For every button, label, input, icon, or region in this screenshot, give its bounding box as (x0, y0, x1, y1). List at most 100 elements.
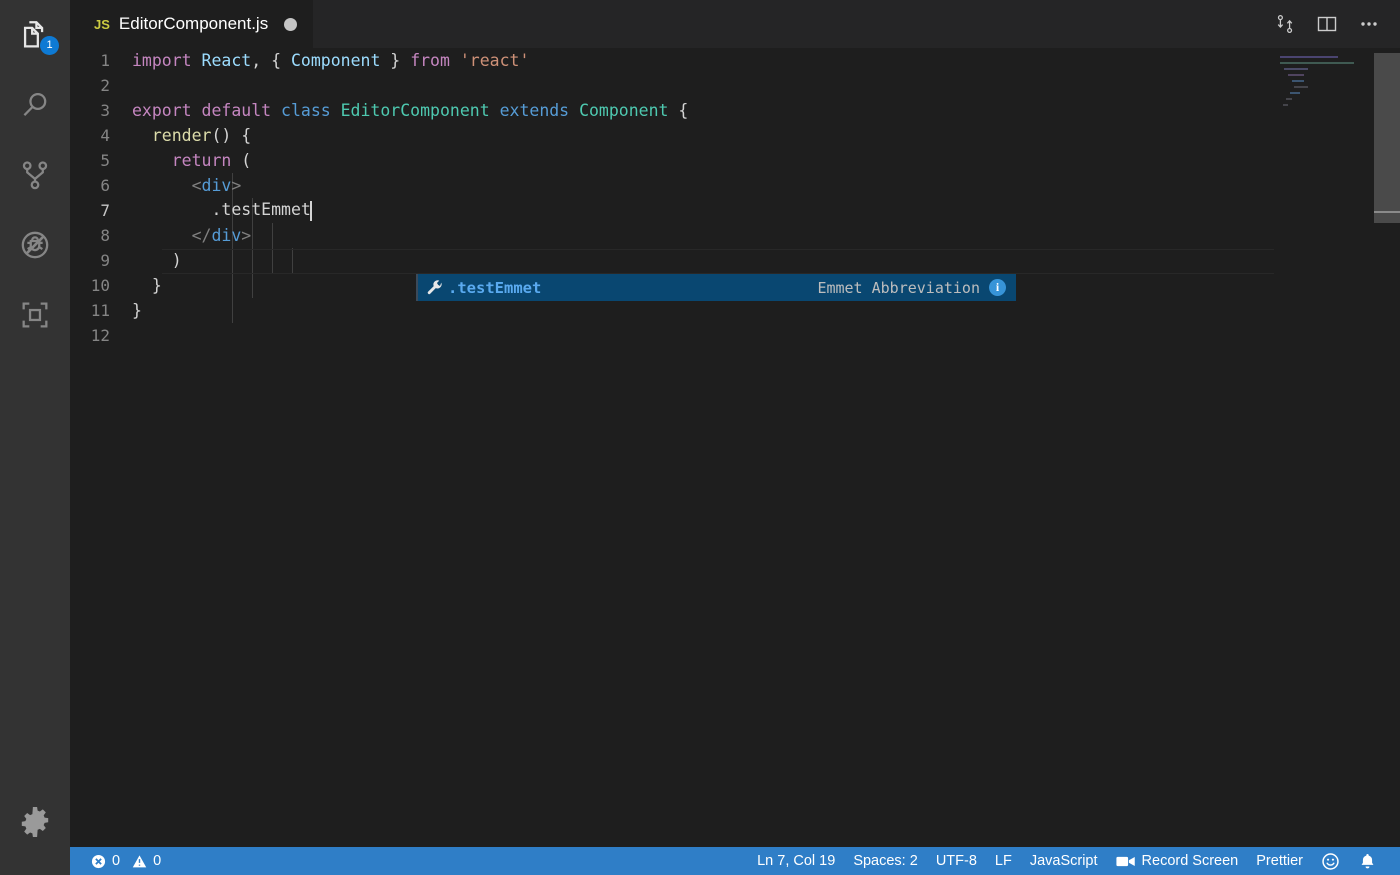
tab-filename: EditorComponent.js (118, 14, 269, 33)
dirty-indicator-icon[interactable] (284, 17, 298, 31)
gear-icon (21, 807, 49, 837)
more-actions-button[interactable] (1350, 5, 1388, 43)
code-token: div (211, 226, 242, 245)
status-record-screen[interactable]: Record Screen (1107, 847, 1248, 875)
code-line[interactable]: 11} (70, 298, 1400, 323)
line-number: 5 (100, 151, 110, 170)
code-token: ) (132, 251, 182, 270)
code-line[interactable]: 1 import React, { Component } from 'react… (70, 48, 1400, 73)
status-eol[interactable]: LF (986, 847, 1021, 875)
status-language-mode[interactable]: JavaScript (1021, 847, 1107, 875)
sidebar-item-run-and-debug[interactable] (0, 210, 70, 280)
status-prettier[interactable]: Prettier (1247, 847, 1312, 875)
suggest-info-icon[interactable]: i (989, 279, 1006, 296)
code-line[interactable]: 9 ) (70, 248, 1400, 273)
code-text[interactable]: export default class EditorComponent ext… (132, 101, 688, 120)
code-line[interactable]: 3 export default class EditorComponent ex… (70, 98, 1400, 123)
editor-scrollbar[interactable] (1370, 48, 1400, 847)
split-editor-button[interactable] (1308, 5, 1346, 43)
line-number: 11 (90, 301, 110, 320)
code-token: export default (132, 101, 282, 120)
code-text[interactable]: } (132, 276, 162, 295)
status-indentation[interactable]: Spaces: 2 (844, 847, 927, 875)
ellipsis-icon (1361, 22, 1377, 26)
sidebar-item-source-control[interactable] (0, 140, 70, 210)
camera-icon (1115, 854, 1136, 869)
line-number: 4 (100, 126, 110, 145)
status-bar-left: 0 0 (70, 847, 170, 875)
code-lines[interactable]: 1 import React, { Component } from 'react… (70, 48, 1400, 847)
smiley-icon (1321, 852, 1340, 871)
code-token: EditorComponent (340, 101, 500, 120)
activity-bar: 1 (0, 0, 70, 875)
code-line[interactable]: 5 return ( (70, 148, 1400, 173)
status-problems[interactable]: 0 0 (82, 847, 170, 875)
code-line[interactable]: 2 (70, 73, 1400, 98)
error-count: 0 (112, 853, 121, 869)
code-line[interactable]: 7 .testEmmet (70, 198, 1400, 223)
line-number: 12 (90, 326, 110, 345)
code-token: </ (191, 226, 212, 245)
code-token: > (241, 226, 252, 245)
scrollbar-slider[interactable] (1374, 53, 1400, 223)
minimap[interactable] (1274, 48, 1370, 847)
code-token: from (410, 51, 460, 70)
sidebar-item-extensions[interactable] (0, 280, 70, 350)
code-token: > (231, 176, 242, 195)
status-editor-position[interactable]: Ln 7, Col 19 (748, 847, 844, 875)
code-text[interactable]: } (132, 301, 142, 320)
code-text[interactable]: return ( (132, 151, 251, 170)
line-number: 2 (100, 76, 110, 95)
code-token: Component (579, 101, 669, 120)
scrollbar-divider (1374, 211, 1400, 213)
suggest-item-selected[interactable]: .testEmmet Emmet Abbreviation i (418, 274, 1016, 301)
code-token: Component (290, 51, 381, 70)
status-bar: 0 0 Ln 7, Col 19 Spaces: 2 UTF-8 LF Java… (70, 847, 1400, 875)
file-type-icon: JS (94, 16, 110, 32)
code-line[interactable]: 8 </div> (70, 223, 1400, 248)
extensions-icon (22, 302, 48, 328)
status-encoding[interactable]: UTF-8 (927, 847, 986, 875)
suggest-label: .testEmmet (448, 278, 542, 297)
compare-changes-button[interactable] (1266, 5, 1304, 43)
manage-settings-button[interactable] (0, 787, 70, 857)
vscode-window: 1 JS EditorComponent.js 1 import React, … (0, 0, 1400, 875)
code-line[interactable]: 12 (70, 323, 1400, 348)
status-feedback[interactable] (1312, 847, 1349, 875)
suggest-widget[interactable]: .testEmmet Emmet Abbreviation i (416, 274, 1016, 301)
code-token: } (380, 51, 411, 70)
code-token: ( (231, 151, 252, 170)
code-token: import (132, 51, 202, 70)
status-bar-right: Ln 7, Col 19 Spaces: 2 UTF-8 LF JavaScri… (748, 847, 1400, 875)
code-text[interactable]: ) (132, 251, 182, 270)
indentation-label: Spaces: 2 (853, 853, 918, 869)
text-cursor (309, 200, 312, 221)
code-text[interactable]: </div> (132, 226, 252, 245)
editor-tab-active[interactable]: JS EditorComponent.js (70, 0, 314, 48)
code-token: } (132, 276, 162, 295)
editor-canvas[interactable]: 1 import React, { Component } from 'react… (70, 48, 1400, 847)
sidebar-item-explorer[interactable]: 1 (0, 0, 70, 70)
code-token: extends (499, 101, 580, 120)
code-token: class (281, 101, 341, 120)
editor-actions (1266, 0, 1400, 48)
warning-icon (132, 854, 147, 869)
code-text[interactable]: .testEmmet (132, 200, 312, 221)
prettier-label: Prettier (1256, 853, 1303, 869)
error-icon (91, 854, 106, 869)
status-notifications[interactable] (1349, 847, 1386, 875)
eol-label: LF (994, 853, 1012, 869)
code-line[interactable]: 4 render() { (70, 123, 1400, 148)
split-editor-icon (1317, 16, 1337, 32)
code-text[interactable]: render() { (132, 126, 251, 145)
bell-icon (1358, 852, 1377, 871)
code-text[interactable]: <div> (132, 176, 242, 195)
sidebar-item-search[interactable] (0, 70, 70, 140)
code-line[interactable]: 6 <div> (70, 173, 1400, 198)
compare-icon (1277, 15, 1293, 33)
code-text[interactable]: import React, { Component } from 'react' (132, 51, 529, 70)
